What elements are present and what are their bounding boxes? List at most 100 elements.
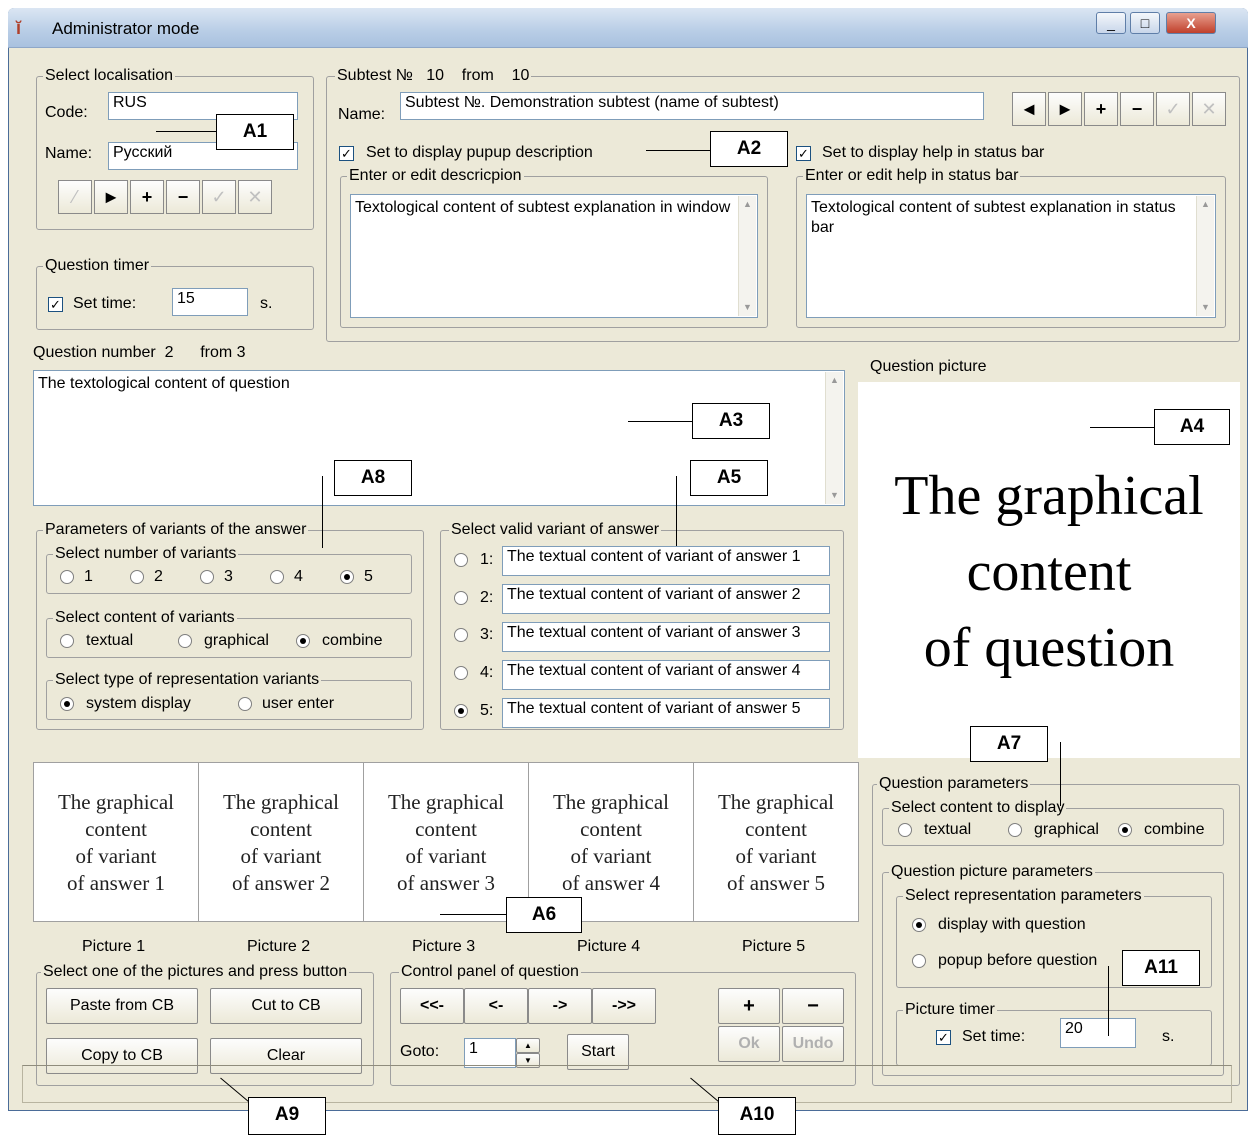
help-textarea[interactable]: Textological content of subtest explanat…: [806, 194, 1216, 318]
valid-variant-2-radio[interactable]: [454, 591, 468, 605]
picture-3-line: content: [415, 817, 477, 841]
goto-up-icon[interactable]: ▲: [516, 1038, 540, 1053]
valid-variant-5-radio[interactable]: [454, 704, 468, 718]
description-text: Textological content of subtest explanat…: [355, 199, 731, 216]
repr-display-with-question-radio[interactable]: [912, 918, 926, 932]
variant-picture-2[interactable]: The graphical content of variant of answer …: [198, 762, 364, 922]
callout-a8: A8: [334, 460, 412, 496]
maximize-button[interactable]: □: [1130, 12, 1160, 34]
subtest-add-button[interactable]: +: [1084, 92, 1118, 126]
scroll-up-icon[interactable]: ▲: [739, 196, 756, 213]
variant-picture-5[interactable]: The graphical content of variant of answer …: [693, 762, 859, 922]
variants-params-legend: Parameters of variants of the answer: [43, 521, 309, 539]
description-legend: Enter or edit descricpion: [347, 167, 524, 185]
loc-cancel-button[interactable]: ✕: [238, 180, 272, 214]
valid-variant-4-input[interactable]: The textual content of variant of answer…: [502, 660, 830, 690]
variant-content-graphical-radio[interactable]: [178, 634, 192, 648]
type-user-enter-radio[interactable]: [238, 697, 252, 711]
undo-button[interactable]: Undo: [782, 1026, 844, 1062]
variant-count-5-radio[interactable]: [340, 570, 354, 584]
picture-timer-checkbox[interactable]: ✓: [936, 1030, 951, 1045]
last-question-button[interactable]: ->>: [592, 988, 656, 1024]
question-scrollbar[interactable]: ▲ ▼: [825, 372, 843, 504]
valid-variant-5-input[interactable]: The textual content of variant of answer…: [502, 698, 830, 728]
display-graphical-label: graphical: [1034, 821, 1099, 838]
subtest-prev-button[interactable]: ◄: [1012, 92, 1046, 126]
popup-description-checkbox[interactable]: ✓: [339, 146, 354, 161]
picture-1-line: of variant: [75, 844, 157, 868]
scroll-down-icon[interactable]: ▼: [826, 487, 843, 504]
question-text: The textological content of question: [38, 375, 290, 392]
add-question-button[interactable]: +: [718, 988, 780, 1024]
variant-count-2-radio[interactable]: [130, 570, 144, 584]
picture-1-line: content: [85, 817, 147, 841]
variant-picture-3[interactable]: The graphical content of variant of answer …: [363, 762, 529, 922]
valid-variant-3-radio[interactable]: [454, 628, 468, 642]
repr-popup-before-label: popup before question: [938, 952, 1098, 969]
picture-1-line: of answer 1: [67, 871, 165, 895]
set-time-input[interactable]: 15: [172, 288, 248, 316]
valid-variant-4-radio[interactable]: [454, 666, 468, 680]
display-graphical-radio[interactable]: [1008, 823, 1022, 837]
variant-content-combine-radio[interactable]: [296, 634, 310, 648]
subtest-name-input[interactable]: Subtest №. Demonstration subtest (name o…: [400, 92, 984, 120]
minimize-button[interactable]: _: [1096, 12, 1126, 34]
variant-count-4-radio[interactable]: [270, 570, 284, 584]
valid-variant-2-input[interactable]: The textual content of variant of answer…: [502, 584, 830, 614]
description-textarea[interactable]: Textological content of subtest explanat…: [350, 194, 758, 318]
subtest-post-button[interactable]: ✓: [1156, 92, 1190, 126]
variant-content-textual-radio[interactable]: [60, 634, 74, 648]
scroll-down-icon[interactable]: ▼: [1197, 299, 1214, 316]
ok-button[interactable]: Ok: [718, 1026, 780, 1062]
subtest-delete-button[interactable]: −: [1120, 92, 1154, 126]
goto-input[interactable]: 1: [464, 1038, 516, 1068]
delete-question-button[interactable]: −: [782, 988, 844, 1024]
picture-2-label: Picture 2: [247, 938, 311, 955]
next-question-button[interactable]: ->: [528, 988, 592, 1024]
help-scrollbar[interactable]: ▲ ▼: [1196, 196, 1214, 316]
variant-count-1-radio[interactable]: [60, 570, 74, 584]
variant-picture-1[interactable]: The graphical content of variant of answer …: [33, 762, 199, 922]
type-system-display-radio[interactable]: [60, 697, 74, 711]
variant-count-3-radio[interactable]: [200, 570, 214, 584]
close-button[interactable]: X: [1166, 12, 1216, 34]
subtest-next-button[interactable]: ►: [1048, 92, 1082, 126]
loc-post-button[interactable]: ✓: [202, 180, 236, 214]
description-scrollbar[interactable]: ▲ ▼: [738, 196, 756, 316]
scroll-up-icon[interactable]: ▲: [826, 372, 843, 389]
picture-3-line: The graphical: [387, 790, 505, 814]
cut-to-cb-button[interactable]: Cut to CB: [210, 988, 362, 1024]
subtest-cancel-button[interactable]: ✕: [1192, 92, 1226, 126]
repr-popup-before-radio[interactable]: [912, 954, 926, 968]
prev-question-button[interactable]: <-: [464, 988, 528, 1024]
window-title: Administrator mode: [52, 19, 200, 38]
valid-variant-1-input[interactable]: The textual content of variant of answer…: [502, 546, 830, 576]
scroll-up-icon[interactable]: ▲: [1197, 196, 1214, 213]
picture-4-line: content: [580, 817, 642, 841]
loc-add-button[interactable]: +: [130, 180, 164, 214]
scroll-down-icon[interactable]: ▼: [739, 299, 756, 316]
picture-4-line: of answer 4: [562, 871, 660, 895]
display-textual-radio[interactable]: [898, 823, 912, 837]
picture-timer-unit: s.: [1162, 1028, 1175, 1045]
picture-4-line: of variant: [570, 844, 652, 868]
loc-next-button[interactable]: ►: [94, 180, 128, 214]
valid-variant-3-input[interactable]: The textual content of variant of answer…: [502, 622, 830, 652]
display-combine-radio[interactable]: [1118, 823, 1132, 837]
subtest-legend: Subtest № 10 from 10: [335, 67, 532, 85]
loc-delete-button[interactable]: −: [166, 180, 200, 214]
picture-5-label: Picture 5: [742, 938, 806, 955]
status-help-checkbox[interactable]: ✓: [796, 146, 811, 161]
valid-variant-1-radio[interactable]: [454, 553, 468, 567]
display-combine-label: combine: [1144, 821, 1205, 838]
picture-4-label: Picture 4: [577, 938, 641, 955]
question-picture-line-2: content: [966, 541, 1132, 603]
first-question-button[interactable]: <<-: [400, 988, 464, 1024]
paste-from-cb-button[interactable]: Paste from CB: [46, 988, 198, 1024]
callout-a3: A3: [692, 403, 770, 439]
set-time-checkbox[interactable]: ✓: [48, 297, 63, 312]
question-params-legend: Question parameters: [877, 775, 1031, 793]
picture-timer-input[interactable]: 20: [1060, 1018, 1136, 1048]
loc-edit-button[interactable]: ⁄: [58, 180, 92, 214]
control-panel-legend: Control panel of question: [399, 963, 581, 981]
